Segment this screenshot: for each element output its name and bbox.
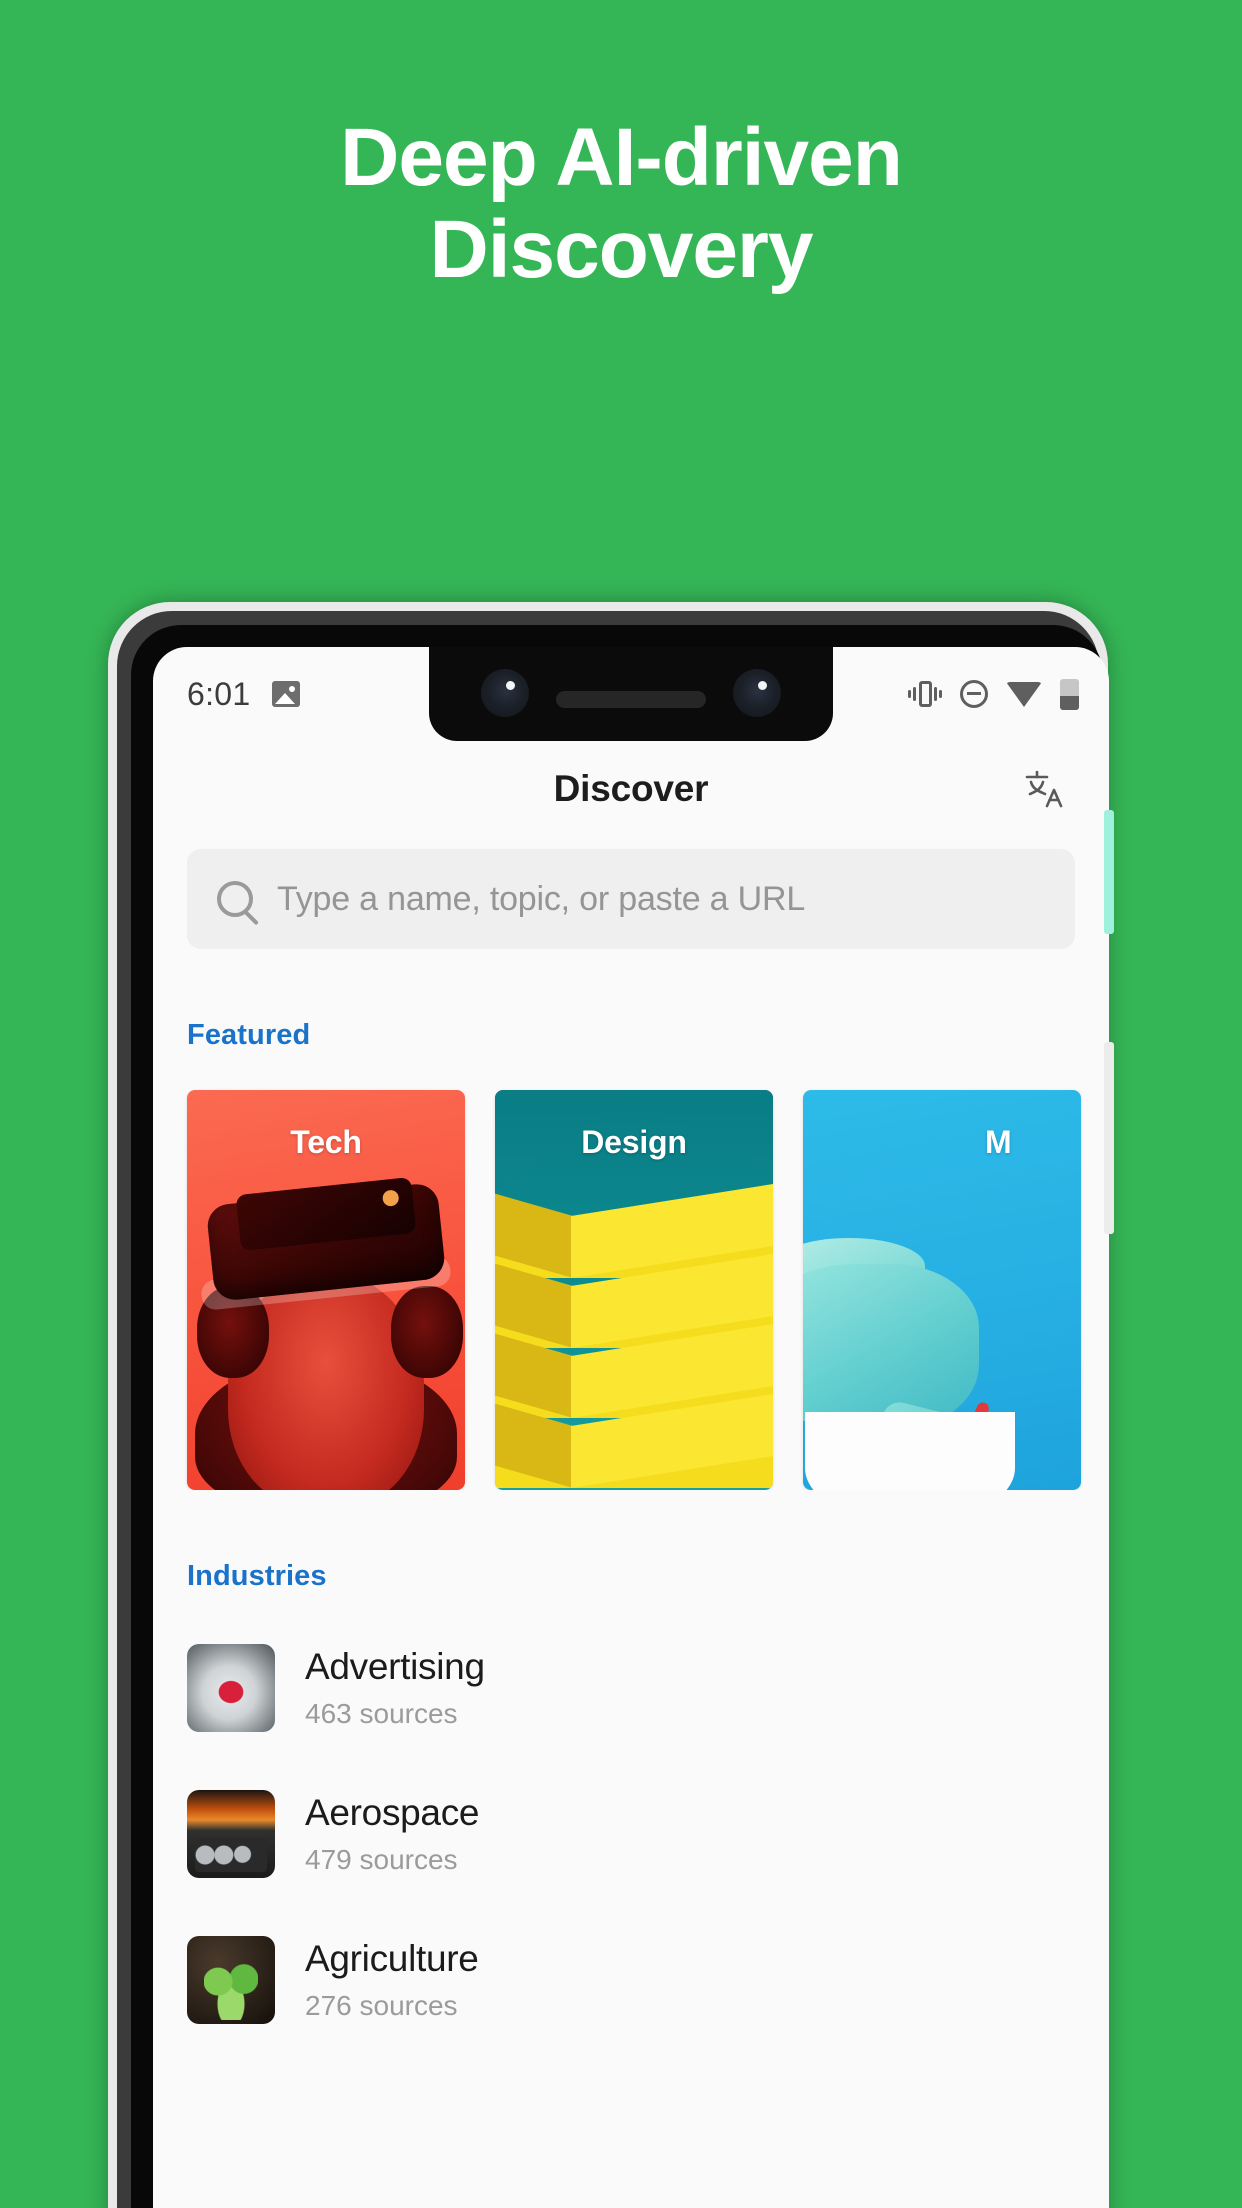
phone-mockup: 6:01 Discover Type a name, topic, or pas…: [108, 602, 1168, 2208]
promo-headline-line-2: Discovery: [429, 203, 813, 295]
promo-headline-line-1: Deep AI-driven: [340, 112, 903, 203]
list-item[interactable]: Advertising 463 sources: [153, 1615, 1109, 1761]
phone-outer-frame: 6:01 Discover Type a name, topic, or pas…: [108, 602, 1114, 2208]
app-header: Discover: [153, 741, 1109, 837]
status-bar: 6:01: [153, 647, 1109, 741]
wifi-icon: [1006, 681, 1042, 707]
industries-list: Advertising 463 sources Aerospace 479 so…: [153, 1593, 1109, 2053]
device-power-button[interactable]: [1104, 1042, 1114, 1234]
industry-source-count: 276 sources: [305, 1990, 458, 2021]
search-placeholder: Type a name, topic, or paste a URL: [277, 879, 806, 918]
featured-cards-carousel[interactable]: Tech Design M: [153, 1052, 1109, 1490]
list-item[interactable]: Agriculture 276 sources: [153, 1907, 1109, 2053]
industries-section: Industries Advertising 463 sources Aeros…: [153, 1490, 1109, 2053]
phone-mid-frame: 6:01 Discover Type a name, topic, or pas…: [117, 611, 1109, 2208]
search-section: Type a name, topic, or paste a URL: [153, 837, 1109, 949]
phone-bezel: 6:01 Discover Type a name, topic, or pas…: [131, 625, 1109, 2208]
featured-card-media-title: M: [985, 1124, 1012, 1160]
vibrate-icon: [908, 679, 942, 709]
status-bar-time: 6:01: [187, 675, 251, 712]
industry-source-count: 479 sources: [305, 1844, 458, 1875]
status-bar-right: [908, 678, 1079, 710]
page-title: Discover: [553, 768, 709, 809]
featured-section: Featured Tech Design M: [153, 949, 1109, 1490]
industry-thumbnail-aerospace: [187, 1790, 275, 1878]
photo-icon: [272, 681, 301, 707]
featured-card-design-title: Design: [581, 1124, 687, 1160]
industry-texts: Advertising 463 sources: [305, 1646, 485, 1730]
industry-texts: Aerospace 479 sources: [305, 1792, 480, 1876]
industry-texts: Agriculture 276 sources: [305, 1938, 479, 2022]
search-input[interactable]: Type a name, topic, or paste a URL: [187, 849, 1075, 949]
battery-icon: [1060, 678, 1079, 710]
industry-name: Advertising: [305, 1646, 485, 1687]
featured-card-design[interactable]: Design: [495, 1090, 773, 1490]
industry-thumbnail-agriculture: [187, 1936, 275, 2024]
featured-section-label: Featured: [187, 1019, 311, 1051]
featured-card-tech[interactable]: Tech: [187, 1090, 465, 1490]
status-bar-left: 6:01: [187, 675, 301, 713]
industries-section-label: Industries: [187, 1560, 327, 1592]
featured-card-media[interactable]: M: [803, 1090, 1081, 1490]
industry-thumbnail-advertising: [187, 1644, 275, 1732]
promo-headline: Deep AI-driven Discovery: [0, 112, 1242, 296]
do-not-disturb-icon: [960, 680, 988, 708]
industry-name: Agriculture: [305, 1938, 479, 1979]
featured-card-tech-title: Tech: [290, 1124, 362, 1160]
search-icon: [217, 881, 253, 917]
list-item[interactable]: Aerospace 479 sources: [153, 1761, 1109, 1907]
industry-name: Aerospace: [305, 1792, 480, 1833]
phone-screen: 6:01 Discover Type a name, topic, or pas…: [153, 647, 1109, 2208]
industry-source-count: 463 sources: [305, 1698, 458, 1729]
device-accent-button[interactable]: [1104, 810, 1114, 934]
translate-icon[interactable]: [1013, 758, 1075, 820]
